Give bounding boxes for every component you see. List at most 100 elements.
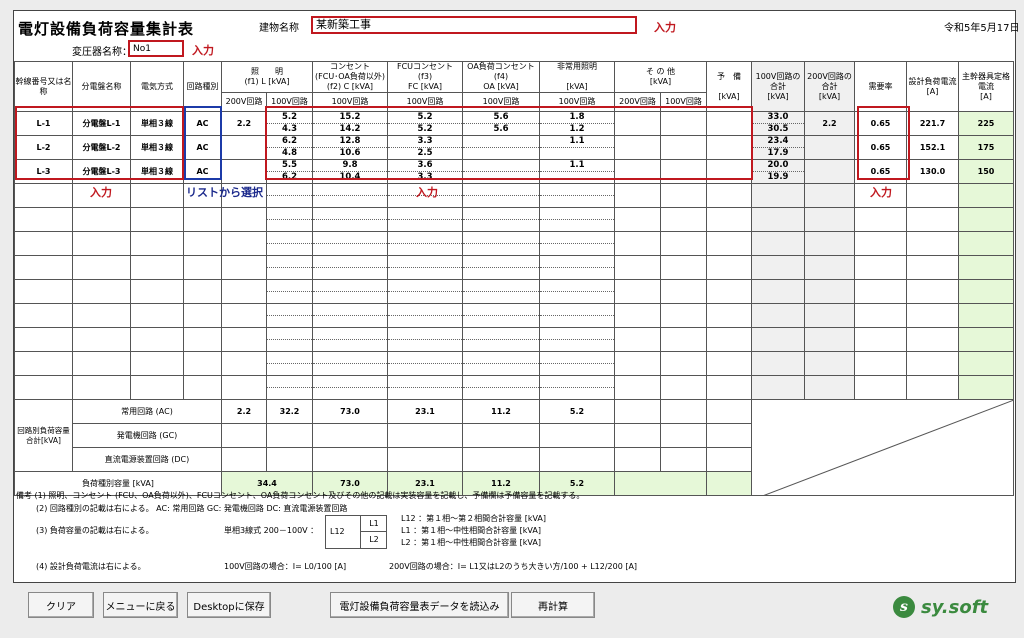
other-200-cell[interactable] [614, 135, 661, 160]
empty-cell[interactable] [706, 279, 752, 304]
empty-cell[interactable] [614, 255, 661, 280]
empty-cell[interactable] [539, 303, 615, 328]
other-200-cell[interactable] [614, 111, 661, 136]
empty-cell[interactable] [614, 351, 661, 376]
empty-cell[interactable] [854, 327, 907, 352]
empty-cell[interactable] [387, 375, 463, 400]
emergency-cell[interactable]: 1.8 1.2 [539, 111, 615, 136]
fcu-cell[interactable]: 3.6 3.3 [387, 159, 463, 184]
empty-cell[interactable] [539, 255, 615, 280]
empty-cell[interactable] [221, 207, 267, 232]
empty-cell[interactable] [14, 207, 73, 232]
empty-cell[interactable] [462, 231, 540, 256]
empty-cell[interactable] [614, 183, 661, 208]
empty-cell[interactable] [14, 303, 73, 328]
empty-cell[interactable] [72, 207, 131, 232]
empty-cell[interactable] [854, 279, 907, 304]
empty-cell[interactable] [130, 351, 184, 376]
circuit-select[interactable]: AC [183, 135, 222, 160]
panel-cell[interactable]: 分電盤L-1 [72, 111, 131, 136]
recalculate-button[interactable]: 再計算 [511, 592, 595, 618]
empty-cell[interactable] [751, 255, 805, 280]
empty-cell[interactable] [539, 207, 615, 232]
empty-cell[interactable] [72, 327, 131, 352]
empty-cell[interactable] [183, 279, 222, 304]
empty-cell[interactable] [387, 255, 463, 280]
trunk-cell[interactable]: L-3 [14, 159, 73, 184]
empty-cell[interactable] [130, 327, 184, 352]
empty-cell[interactable] [221, 255, 267, 280]
empty-cell[interactable] [387, 279, 463, 304]
load-data-button[interactable]: 電灯設備負荷容量表データを読込み [330, 592, 509, 618]
empty-cell[interactable] [14, 375, 73, 400]
empty-cell[interactable] [751, 375, 805, 400]
empty-cell[interactable] [614, 231, 661, 256]
empty-cell[interactable] [221, 375, 267, 400]
empty-cell[interactable] [312, 279, 388, 304]
empty-cell[interactable] [804, 279, 855, 304]
empty-cell[interactable] [958, 183, 1014, 208]
empty-cell[interactable] [312, 183, 388, 208]
empty-cell[interactable] [958, 375, 1014, 400]
empty-cell[interactable] [221, 327, 267, 352]
empty-cell[interactable] [906, 207, 959, 232]
empty-cell[interactable] [539, 279, 615, 304]
empty-cell[interactable] [72, 255, 131, 280]
empty-cell[interactable] [614, 327, 661, 352]
empty-cell[interactable] [312, 375, 388, 400]
demand-cell[interactable]: 0.65 [854, 135, 907, 160]
empty-cell[interactable] [660, 183, 707, 208]
empty-cell[interactable] [854, 231, 907, 256]
empty-cell[interactable] [660, 327, 707, 352]
empty-cell[interactable] [906, 375, 959, 400]
trunk-cell[interactable]: L-1 [14, 111, 73, 136]
empty-cell[interactable] [130, 255, 184, 280]
empty-cell[interactable] [183, 207, 222, 232]
empty-cell[interactable] [462, 207, 540, 232]
empty-cell[interactable] [804, 327, 855, 352]
empty-cell[interactable] [854, 303, 907, 328]
empty-cell[interactable] [387, 231, 463, 256]
empty-cell[interactable] [183, 255, 222, 280]
empty-cell[interactable] [958, 231, 1014, 256]
empty-cell[interactable] [804, 207, 855, 232]
empty-cell[interactable] [266, 231, 313, 256]
lighting-200-cell[interactable]: 2.2 [221, 111, 267, 136]
building-name-input[interactable]: 某新築工事 [311, 16, 637, 34]
empty-cell[interactable] [462, 375, 540, 400]
empty-cell[interactable] [706, 207, 752, 232]
empty-cell[interactable] [958, 303, 1014, 328]
empty-cell[interactable] [539, 375, 615, 400]
empty-cell[interactable] [706, 375, 752, 400]
other-200-cell[interactable] [614, 159, 661, 184]
panel-cell[interactable]: 分電盤L-3 [72, 159, 131, 184]
empty-cell[interactable] [906, 351, 959, 376]
empty-cell[interactable] [751, 327, 805, 352]
empty-cell[interactable] [539, 327, 615, 352]
empty-cell[interactable] [751, 231, 805, 256]
empty-cell[interactable] [706, 351, 752, 376]
empty-cell[interactable] [539, 231, 615, 256]
empty-cell[interactable] [312, 351, 388, 376]
empty-cell[interactable] [706, 255, 752, 280]
system-cell[interactable]: 単相３線 [130, 159, 184, 184]
empty-cell[interactable] [312, 327, 388, 352]
empty-cell[interactable] [660, 207, 707, 232]
empty-cell[interactable] [221, 351, 267, 376]
oa-cell[interactable] [462, 159, 540, 184]
emergency-cell[interactable]: 1.1 [539, 159, 615, 184]
empty-cell[interactable] [312, 255, 388, 280]
oa-cell[interactable] [462, 135, 540, 160]
empty-cell[interactable] [958, 207, 1014, 232]
empty-cell[interactable] [706, 303, 752, 328]
empty-cell[interactable] [706, 231, 752, 256]
oa-cell[interactable]: 5.6 5.6 [462, 111, 540, 136]
empty-cell[interactable] [906, 183, 959, 208]
lighting-200-cell[interactable] [221, 159, 267, 184]
empty-cell[interactable] [462, 327, 540, 352]
trunk-cell[interactable]: L-2 [14, 135, 73, 160]
back-to-menu-button[interactable]: メニューに戻る [103, 592, 178, 618]
outlet-cell[interactable]: 15.2 14.2 [312, 111, 388, 136]
empty-cell[interactable] [751, 279, 805, 304]
empty-cell[interactable] [660, 255, 707, 280]
